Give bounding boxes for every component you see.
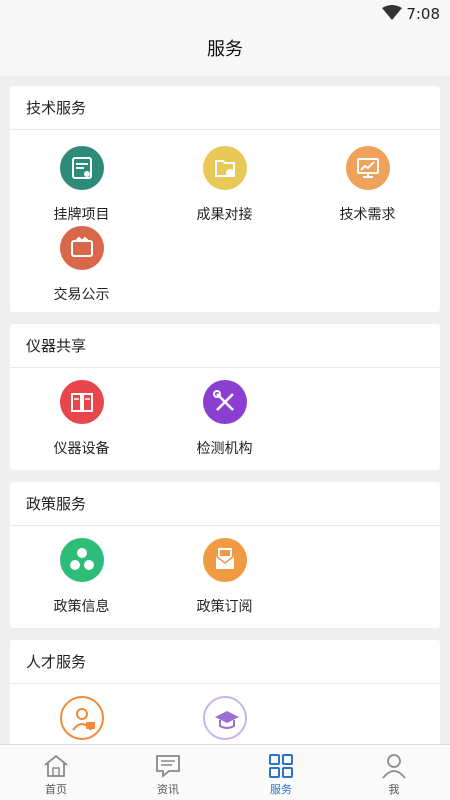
tab-label: 资讯 bbox=[157, 783, 179, 796]
service-policy-info[interactable]: 政策信息 bbox=[10, 538, 153, 618]
service-tech-demand[interactable]: 技术需求 bbox=[296, 146, 439, 226]
service-listing-projects[interactable]: 挂牌项目 bbox=[10, 146, 153, 226]
status-time: 7:08 bbox=[406, 5, 440, 23]
tab-label: 我 bbox=[388, 783, 400, 796]
tab-home[interactable]: 首页 bbox=[0, 745, 112, 800]
services-content[interactable]: 技术服务 挂牌项目 成果对接 技术需求 交易公示 仪器共享 仪器设备 检测机构 … bbox=[0, 76, 450, 744]
bottom-tab-bar: 首页 资讯 服务 我 bbox=[0, 744, 450, 800]
monitor-chart-icon bbox=[345, 146, 390, 190]
hexagons-icon bbox=[59, 538, 104, 582]
page-title: 服务 bbox=[207, 39, 243, 60]
section-tech-services: 技术服务 挂牌项目 成果对接 技术需求 交易公示 bbox=[10, 86, 440, 312]
service-testing-agencies[interactable]: 检测机构 bbox=[153, 380, 296, 460]
section-instrument-sharing: 仪器共享 仪器设备 检测机构 bbox=[10, 324, 440, 470]
tab-label: 首页 bbox=[45, 783, 67, 796]
folder-icon bbox=[202, 146, 247, 190]
tools-icon bbox=[202, 380, 247, 424]
section-title: 技术服务 bbox=[10, 86, 440, 130]
home-icon bbox=[44, 754, 68, 777]
section-policy-services: 政策服务 政策信息 政策订阅 bbox=[10, 482, 440, 628]
service-transaction-publicity[interactable]: 交易公示 bbox=[10, 226, 153, 306]
certificate-icon bbox=[59, 146, 104, 190]
service-policy-subscription[interactable]: 政策订阅 bbox=[153, 538, 296, 618]
service-label: 交易公示 bbox=[53, 287, 110, 303]
section-title: 仪器共享 bbox=[10, 324, 440, 368]
service-label: 仪器设备 bbox=[53, 441, 110, 457]
wifi-icon bbox=[382, 5, 402, 20]
envelope-icon bbox=[202, 538, 247, 582]
service-label: 政策订阅 bbox=[196, 599, 253, 615]
service-label: 检测机构 bbox=[196, 441, 253, 457]
service-label: 成果对接 bbox=[196, 207, 253, 223]
service-talent-education[interactable] bbox=[153, 696, 296, 744]
book-icon bbox=[59, 380, 104, 424]
graduation-cap-icon bbox=[202, 696, 247, 740]
page-header: 服务 bbox=[0, 28, 450, 76]
tab-services[interactable]: 服务 bbox=[225, 745, 337, 800]
tab-me[interactable]: 我 bbox=[338, 745, 450, 800]
grid-icon bbox=[269, 754, 293, 778]
service-label: 政策信息 bbox=[53, 599, 110, 615]
section-talent-services: 人才服务 bbox=[10, 640, 440, 744]
tab-label: 服务 bbox=[270, 783, 292, 796]
person-icon bbox=[59, 696, 104, 740]
service-instruments[interactable]: 仪器设备 bbox=[10, 380, 153, 460]
wallet-icon bbox=[59, 226, 104, 270]
message-icon bbox=[156, 755, 180, 778]
status-bar: 7:08 bbox=[0, 0, 450, 28]
service-label: 技术需求 bbox=[339, 207, 396, 223]
tab-news[interactable]: 资讯 bbox=[112, 745, 224, 800]
service-label: 挂牌项目 bbox=[53, 207, 110, 223]
service-talent-person[interactable] bbox=[10, 696, 153, 744]
user-icon bbox=[382, 754, 406, 779]
section-title: 人才服务 bbox=[10, 640, 440, 684]
service-results-matching[interactable]: 成果对接 bbox=[153, 146, 296, 226]
section-title: 政策服务 bbox=[10, 482, 440, 526]
